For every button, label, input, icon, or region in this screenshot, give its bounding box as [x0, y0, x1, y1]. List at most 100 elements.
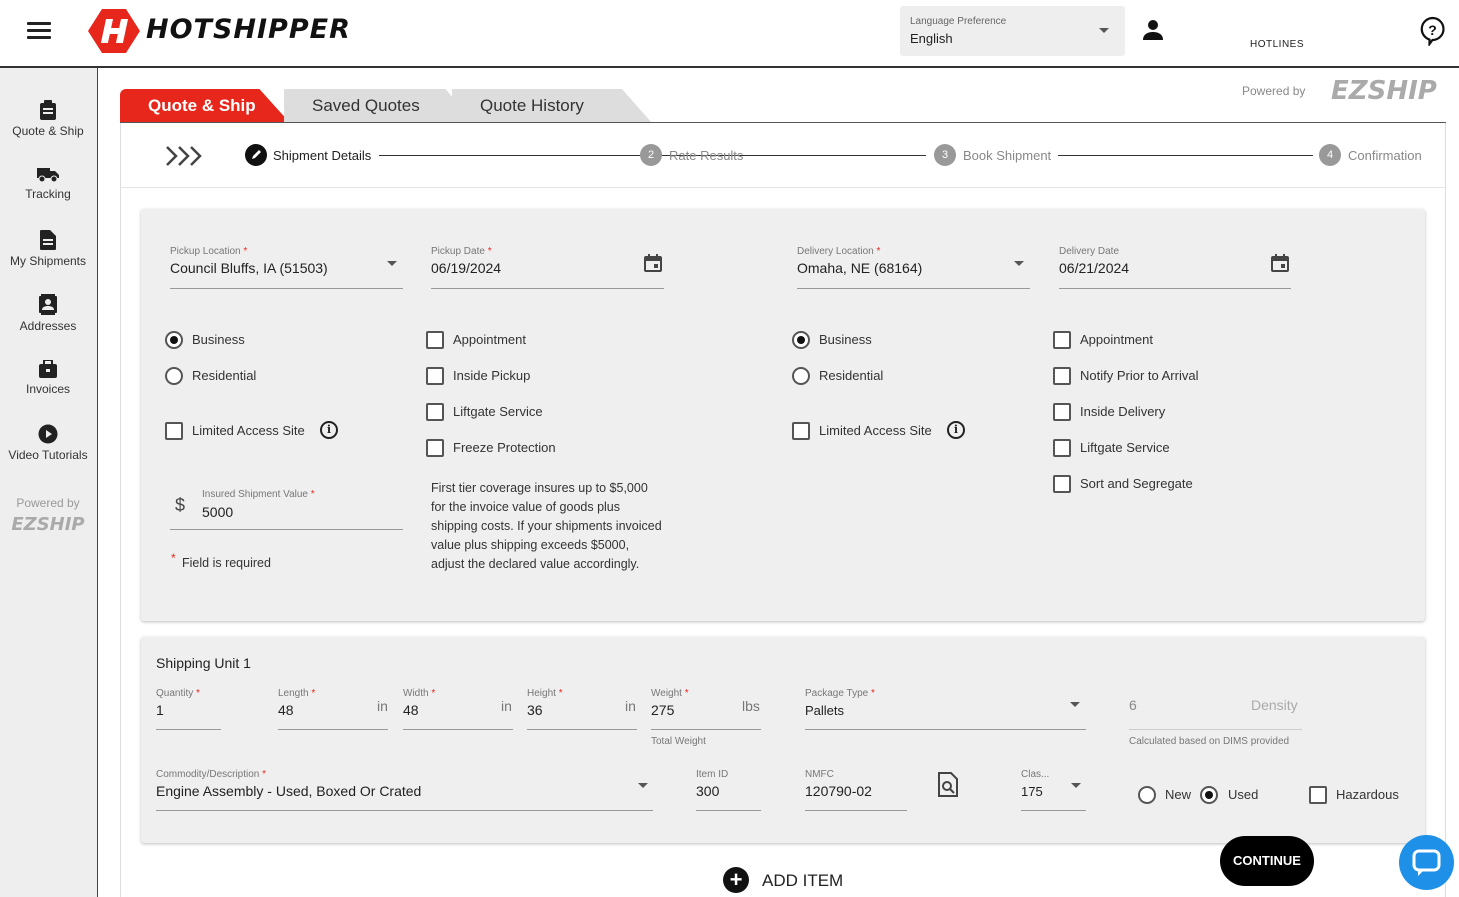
delivery-location-label: Delivery Location * — [797, 246, 881, 257]
step-3-number: 3 — [934, 144, 956, 166]
sort-segregate-checkbox[interactable] — [1053, 475, 1071, 493]
shipping-unit-card: Shipping Unit 1 Quantity * 1 Length * 48… — [141, 637, 1425, 843]
delivery-liftgate-label: Liftgate Service — [1080, 440, 1170, 455]
sidebar-item-my-shipments[interactable]: My Shipments — [0, 230, 96, 268]
pickup-residential-label: Residential — [192, 368, 257, 383]
package-type-select[interactable]: Package Type * Pallets — [805, 688, 1086, 730]
field-underline — [156, 729, 221, 730]
height-field[interactable]: Height * 36 in — [527, 688, 637, 730]
width-field[interactable]: Width * 48 in — [403, 688, 513, 730]
step-1-edit-icon — [245, 144, 267, 166]
item-id-field[interactable]: Item ID 300 — [696, 769, 761, 811]
commodity-value: Engine Assembly - Used, Boxed Or Crated — [156, 783, 422, 799]
brand-name[interactable]: HOTSHIPPER — [146, 14, 351, 45]
field-underline — [805, 810, 907, 811]
sidebar-item-label: Invoices — [25, 382, 71, 396]
sidebar-item-label: Addresses — [19, 319, 77, 333]
contacts-icon — [39, 294, 57, 315]
hotlines-link[interactable]: HOTLINES — [1250, 39, 1304, 50]
add-item-icon[interactable]: + — [723, 867, 749, 893]
quantity-label-text: Quantity — [156, 688, 194, 699]
condition-new-radio[interactable] — [1138, 786, 1156, 804]
calendar-icon[interactable] — [1271, 254, 1289, 272]
notify-prior-label: Notify Prior to Arrival — [1080, 368, 1199, 383]
field-underline — [1021, 810, 1086, 811]
field-underline — [527, 729, 637, 730]
delivery-business-radio[interactable] — [792, 331, 810, 349]
nmfc-field[interactable]: NMFC 120790-02 — [805, 769, 907, 811]
pickup-location-field[interactable]: Pickup Location * Council Bluffs, IA (51… — [170, 246, 403, 289]
tab-quote-ship[interactable]: Quote & Ship — [120, 89, 290, 123]
pickup-limited-access-checkbox[interactable] — [165, 422, 183, 440]
delivery-liftgate-checkbox[interactable] — [1053, 439, 1071, 457]
step-3-label: Book Shipment — [963, 148, 1052, 163]
pickup-liftgate-checkbox[interactable] — [426, 403, 444, 421]
sort-segregate-label: Sort and Segregate — [1080, 476, 1193, 491]
delivery-appointment-checkbox[interactable] — [1053, 331, 1071, 349]
chevron-down-icon — [387, 261, 397, 266]
hazardous-checkbox[interactable] — [1309, 786, 1327, 804]
insured-value-field[interactable]: $ Insured Shipment Value * 5000 — [170, 487, 403, 530]
calendar-icon[interactable] — [644, 254, 662, 272]
step-2-label: Rate Results — [669, 148, 744, 163]
pickup-business-radio[interactable] — [165, 331, 183, 349]
pickup-date-field[interactable]: Pickup Date * 06/19/2024 — [431, 246, 664, 289]
height-value: 36 — [527, 702, 543, 718]
chat-widget-button[interactable] — [1399, 835, 1454, 890]
powered-by-label: Powered by — [1242, 84, 1306, 98]
sidebar-item-video-tutorials[interactable]: Video Tutorials — [0, 424, 96, 462]
chevron-down-icon — [638, 783, 648, 788]
language-value: English — [910, 31, 953, 46]
delivery-residential-radio[interactable] — [792, 367, 810, 385]
required-note: Field is required — [182, 556, 271, 570]
inside-pickup-checkbox[interactable] — [426, 367, 444, 385]
info-icon[interactable]: i — [947, 421, 965, 439]
delivery-location-field[interactable]: Delivery Location * Omaha, NE (68164) — [797, 246, 1030, 289]
pickup-appointment-checkbox[interactable] — [426, 331, 444, 349]
quantity-field[interactable]: Quantity * 1 — [156, 688, 221, 730]
class-select[interactable]: Clas... 175 — [1021, 769, 1086, 811]
field-underline — [1059, 288, 1291, 289]
menu-icon[interactable] — [27, 22, 51, 40]
delivery-date-field[interactable]: Delivery Date 06/21/2024 — [1059, 246, 1291, 289]
pickup-limited-access-label: Limited Access Site — [192, 423, 305, 438]
tab-quote-history[interactable]: Quote History — [452, 89, 652, 123]
step-2-number: 2 — [640, 144, 662, 166]
inside-delivery-label: Inside Delivery — [1080, 404, 1166, 419]
freeze-protection-checkbox[interactable] — [426, 439, 444, 457]
tab-saved-quotes[interactable]: Saved Quotes — [284, 89, 474, 123]
item-id-label: Item ID — [696, 769, 729, 780]
sidebar-item-label: Tracking — [25, 187, 71, 201]
density-label: Density — [1251, 697, 1298, 713]
sidebar-item-addresses[interactable]: Addresses — [0, 294, 96, 333]
condition-used-radio[interactable] — [1200, 786, 1218, 804]
pickup-residential-radio[interactable] — [165, 367, 183, 385]
language-select[interactable]: Language Preference English — [900, 6, 1125, 56]
sidebar-item-tracking[interactable]: Tracking — [0, 166, 96, 201]
brand-logo-icon — [86, 5, 142, 57]
invoice-icon — [39, 360, 57, 378]
field-underline — [170, 529, 403, 530]
account-icon[interactable] — [1142, 19, 1164, 41]
sidebar-item-quote-ship[interactable]: Quote & Ship — [0, 100, 96, 138]
step-4-label: Confirmation — [1348, 148, 1422, 163]
pickup-date-label-text: Pickup Date — [431, 246, 485, 257]
inside-pickup-label: Inside Pickup — [453, 368, 531, 383]
delivery-limited-access-checkbox[interactable] — [792, 422, 810, 440]
locations-card: Pickup Location * Council Bluffs, IA (51… — [141, 209, 1425, 621]
notify-prior-checkbox[interactable] — [1053, 367, 1071, 385]
commodity-select[interactable]: Commodity/Description * Engine Assembly … — [156, 769, 653, 811]
length-field[interactable]: Length * 48 in — [278, 688, 388, 730]
weight-field[interactable]: Weight * 275 lbs — [651, 688, 761, 730]
sidebar: Quote & Ship Tracking My Shipments Addre… — [0, 68, 98, 897]
condition-new-label: New — [1165, 787, 1192, 802]
nmfc-lookup-icon[interactable] — [937, 772, 959, 798]
currency-symbol: $ — [175, 495, 186, 515]
continue-button[interactable]: CONTINUE — [1220, 836, 1314, 886]
total-weight-hint: Total Weight — [651, 736, 706, 747]
inside-delivery-checkbox[interactable] — [1053, 403, 1071, 421]
info-icon[interactable]: i — [320, 421, 338, 439]
sidebar-item-invoices[interactable]: Invoices — [0, 360, 96, 396]
help-icon[interactable]: ? — [1419, 16, 1446, 48]
add-item-button[interactable]: ADD ITEM — [762, 871, 843, 891]
